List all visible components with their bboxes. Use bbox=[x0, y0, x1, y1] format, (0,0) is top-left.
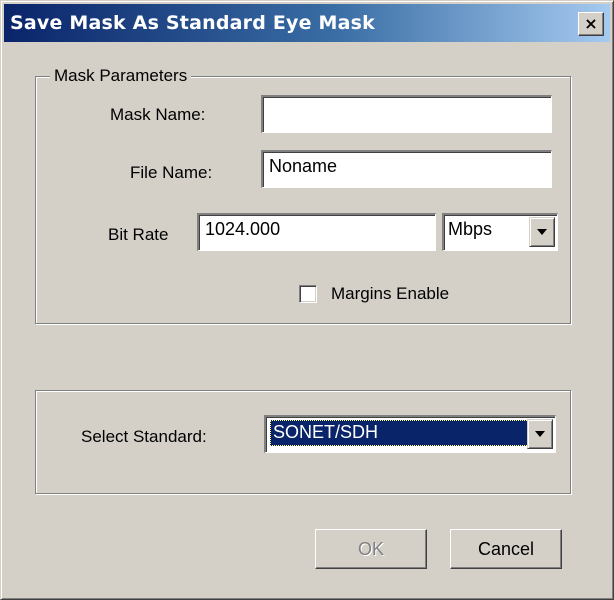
bit-rate-unit-select[interactable]: Mbps bbox=[442, 213, 558, 251]
margins-enable-label[interactable]: Margins Enable bbox=[331, 284, 449, 304]
mask-name-label: Mask Name: bbox=[110, 105, 206, 124]
chevron-down-icon bbox=[535, 431, 545, 437]
chevron-down-icon bbox=[537, 229, 547, 235]
file-name-label: File Name: bbox=[130, 163, 213, 182]
bit-rate-unit-value: Mbps bbox=[448, 219, 493, 239]
standard-selected-value: SONET/SDH bbox=[270, 420, 553, 446]
margins-enable-checkbox[interactable] bbox=[299, 285, 317, 303]
mask-name-input[interactable] bbox=[261, 95, 552, 133]
close-icon: × bbox=[584, 14, 598, 33]
dialog-title: Save Mask As Standard Eye Mask bbox=[10, 12, 375, 34]
ok-button[interactable]: OK bbox=[315, 529, 427, 569]
mask-parameters-legend: Mask Parameters bbox=[50, 66, 192, 86]
bit-rate-input[interactable]: 1024.000 bbox=[197, 213, 436, 251]
cancel-button[interactable]: Cancel bbox=[450, 529, 562, 569]
close-button[interactable]: × bbox=[578, 12, 604, 36]
bit-rate-label: Bit Rate bbox=[108, 225, 169, 244]
standard-dropdown-button[interactable] bbox=[527, 419, 553, 449]
standard-select[interactable]: SONET/SDH bbox=[264, 415, 556, 453]
select-standard-label: Select Standard: bbox=[81, 427, 207, 446]
dialog-window: Save Mask As Standard Eye Mask × Mask Pa… bbox=[0, 0, 614, 600]
file-name-input[interactable]: Noname bbox=[261, 150, 552, 188]
title-bar[interactable]: Save Mask As Standard Eye Mask × bbox=[4, 4, 610, 42]
bit-rate-unit-dropdown-button[interactable] bbox=[529, 217, 555, 247]
